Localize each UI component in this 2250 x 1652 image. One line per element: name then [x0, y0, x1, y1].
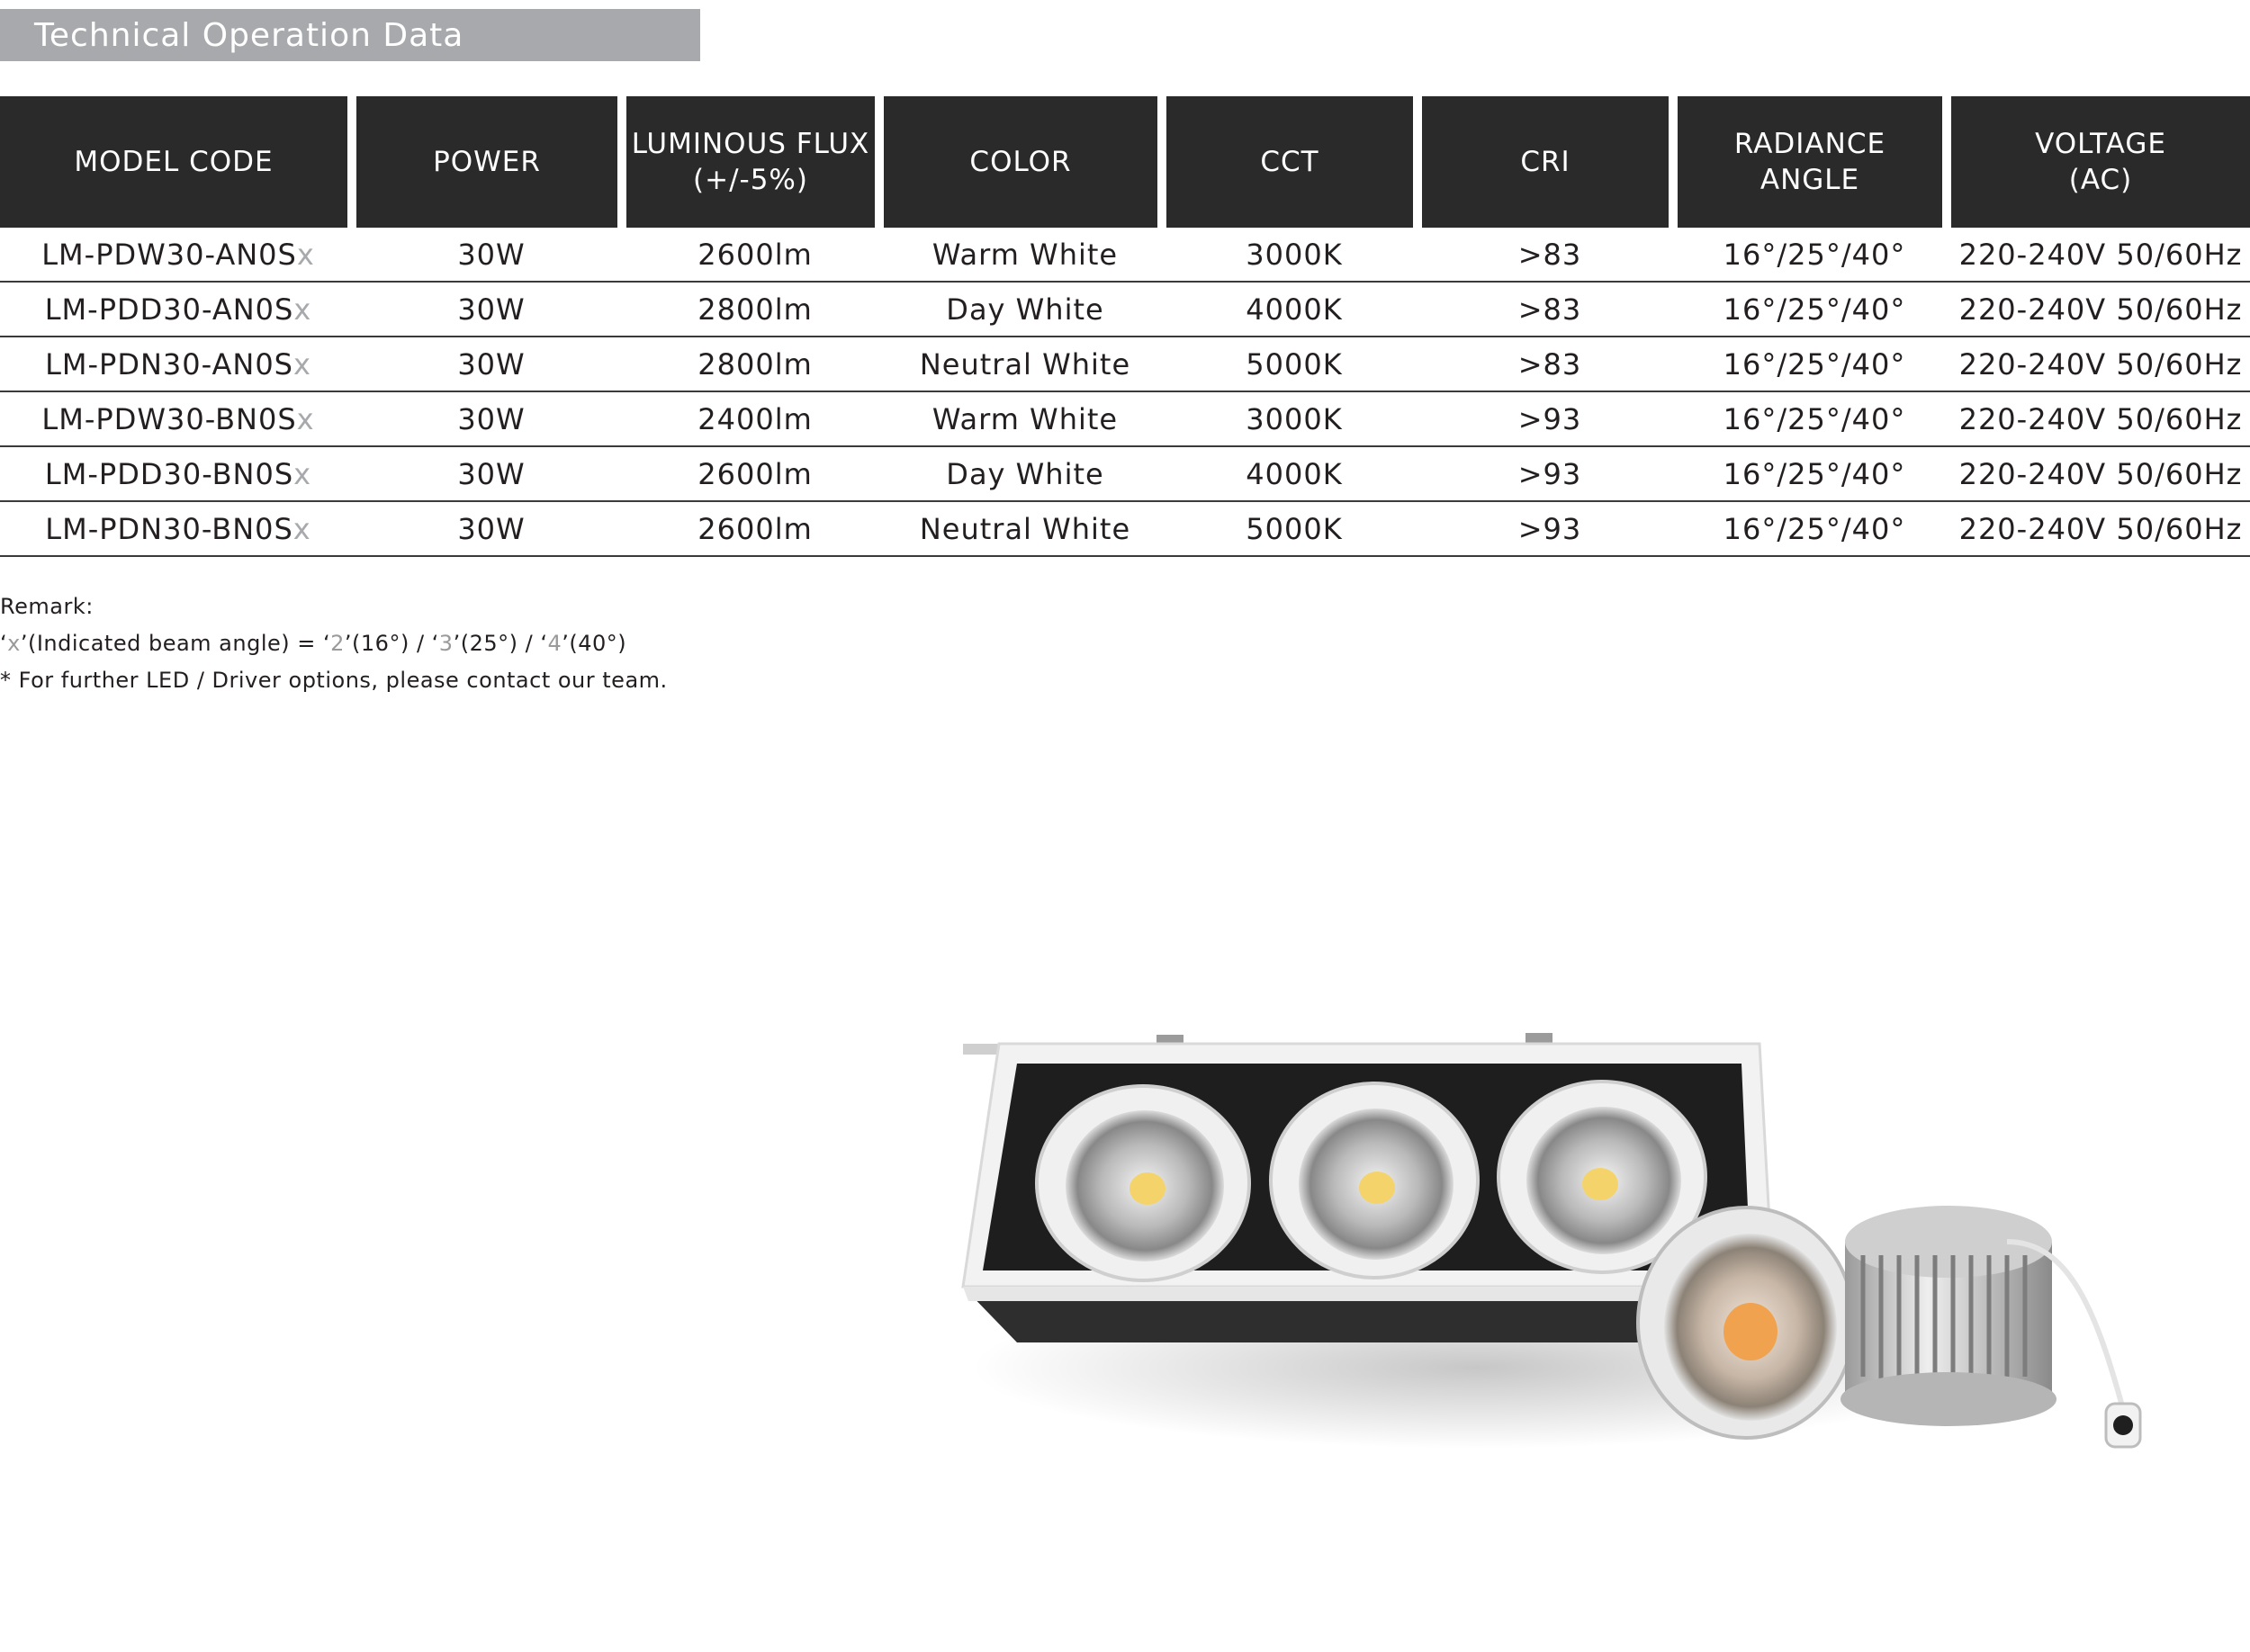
column-header-power: POWER: [356, 96, 626, 228]
cell-cri: >93: [1422, 447, 1678, 502]
cell-color: Day White: [884, 447, 1166, 502]
lamp-head-2: [1269, 1082, 1480, 1279]
table-row: LM-PDW30-BN0Sx 30W 2400lm Warm White 300…: [0, 392, 2250, 447]
led-module: [1636, 1206, 1856, 1440]
beam-suffix: x: [292, 346, 311, 382]
cell-cct: 5000K: [1166, 337, 1422, 392]
cell-power: 30W: [356, 337, 626, 392]
cell-voltage: 220-240V 50/60Hz: [1951, 283, 2250, 337]
cell-cct: 3000K: [1166, 392, 1422, 447]
cell-cri: >83: [1422, 283, 1678, 337]
cell-color: Warm White: [884, 392, 1166, 447]
cell-flux: 2600lm: [626, 228, 884, 283]
cell-color: Neutral White: [884, 337, 1166, 392]
cell-model-code: LM-PDD30-BN0Sx: [0, 447, 356, 502]
cell-cri: >83: [1422, 337, 1678, 392]
cell-voltage: 220-240V 50/60Hz: [1951, 447, 2250, 502]
column-header-cct: CCT: [1166, 96, 1422, 228]
section-title-bar: Technical Operation Data: [0, 9, 700, 61]
cell-model-code: LM-PDN30-AN0Sx: [0, 337, 356, 392]
cell-flux: 2800lm: [626, 283, 884, 337]
column-header-cri: CRI: [1422, 96, 1678, 228]
column-header-radiance-angle: RADIANCE ANGLE: [1678, 96, 1951, 228]
cell-color: Day White: [884, 283, 1166, 337]
cell-flux: 2600lm: [626, 447, 884, 502]
table-header-row: MODEL CODE POWER LUMINOUS FLUX (+/-5%) C…: [0, 96, 2250, 228]
cell-flux: 2800lm: [626, 337, 884, 392]
table-row: LM-PDD30-AN0Sx 30W 2800lm Day White 4000…: [0, 283, 2250, 337]
column-header-luminous-flux: LUMINOUS FLUX (+/-5%): [626, 96, 884, 228]
cell-voltage: 220-240V 50/60Hz: [1951, 228, 2250, 283]
cell-angle: 16°/25°/40°: [1678, 447, 1951, 502]
cell-cri: >93: [1422, 392, 1678, 447]
remarks-beam-angle-note: ‘x’(Indicated beam angle) = ‘2’(16°) / ‘…: [0, 631, 627, 656]
remarks-contact-note: * For further LED / Driver options, plea…: [0, 668, 668, 693]
cell-power: 30W: [356, 447, 626, 502]
table-row: LM-PDD30-BN0Sx 30W 2600lm Day White 4000…: [0, 447, 2250, 502]
cell-voltage: 220-240V 50/60Hz: [1951, 392, 2250, 447]
column-header-model-code: MODEL CODE: [0, 96, 356, 228]
section-title: Technical Operation Data: [34, 17, 464, 54]
lamp-head-1: [1035, 1084, 1251, 1282]
column-header-voltage: VOLTAGE (AC): [1951, 96, 2250, 228]
cell-power: 30W: [356, 228, 626, 283]
cell-color: Neutral White: [884, 502, 1166, 557]
cell-cri: >83: [1422, 228, 1678, 283]
cell-cct: 4000K: [1166, 447, 1422, 502]
table-row: LM-PDW30-AN0Sx 30W 2600lm Warm White 300…: [0, 228, 2250, 283]
cell-angle: 16°/25°/40°: [1678, 337, 1951, 392]
cell-power: 30W: [356, 502, 626, 557]
product-image: [961, 1033, 2142, 1449]
beam-suffix: x: [292, 511, 311, 546]
cell-model-code: LM-PDD30-AN0Sx: [0, 283, 356, 337]
beam-suffix: x: [293, 456, 312, 491]
cell-model-code: LM-PDN30-BN0Sx: [0, 502, 356, 557]
cell-model-code: LM-PDW30-BN0Sx: [0, 392, 356, 447]
cell-power: 30W: [356, 392, 626, 447]
cell-angle: 16°/25°/40°: [1678, 228, 1951, 283]
table-row: LM-PDN30-BN0Sx 30W 2600lm Neutral White …: [0, 502, 2250, 557]
remarks-heading: Remark:: [0, 594, 94, 619]
cell-flux: 2600lm: [626, 502, 884, 557]
cell-voltage: 220-240V 50/60Hz: [1951, 502, 2250, 557]
cell-cri: >93: [1422, 502, 1678, 557]
cell-angle: 16°/25°/40°: [1678, 283, 1951, 337]
beam-suffix: x: [296, 401, 315, 436]
cell-flux: 2400lm: [626, 392, 884, 447]
cell-model-code: LM-PDW30-AN0Sx: [0, 228, 356, 283]
cable-connector: [2104, 1402, 2142, 1449]
cell-power: 30W: [356, 283, 626, 337]
beam-suffix: x: [293, 292, 312, 327]
table-row: LM-PDN30-AN0Sx 30W 2800lm Neutral White …: [0, 337, 2250, 392]
cell-cct: 5000K: [1166, 502, 1422, 557]
heat-sink: [1840, 1206, 2056, 1426]
technical-data-table: MODEL CODE POWER LUMINOUS FLUX (+/-5%) C…: [0, 96, 2250, 557]
column-header-color: COLOR: [884, 96, 1166, 228]
cell-angle: 16°/25°/40°: [1678, 502, 1951, 557]
remarks-block: Remark: ‘x’(Indicated beam angle) = ‘2’(…: [0, 588, 668, 699]
cell-color: Warm White: [884, 228, 1166, 283]
cell-cct: 3000K: [1166, 228, 1422, 283]
beam-suffix: x: [296, 237, 315, 272]
cell-voltage: 220-240V 50/60Hz: [1951, 337, 2250, 392]
cell-angle: 16°/25°/40°: [1678, 392, 1951, 447]
cell-cct: 4000K: [1166, 283, 1422, 337]
